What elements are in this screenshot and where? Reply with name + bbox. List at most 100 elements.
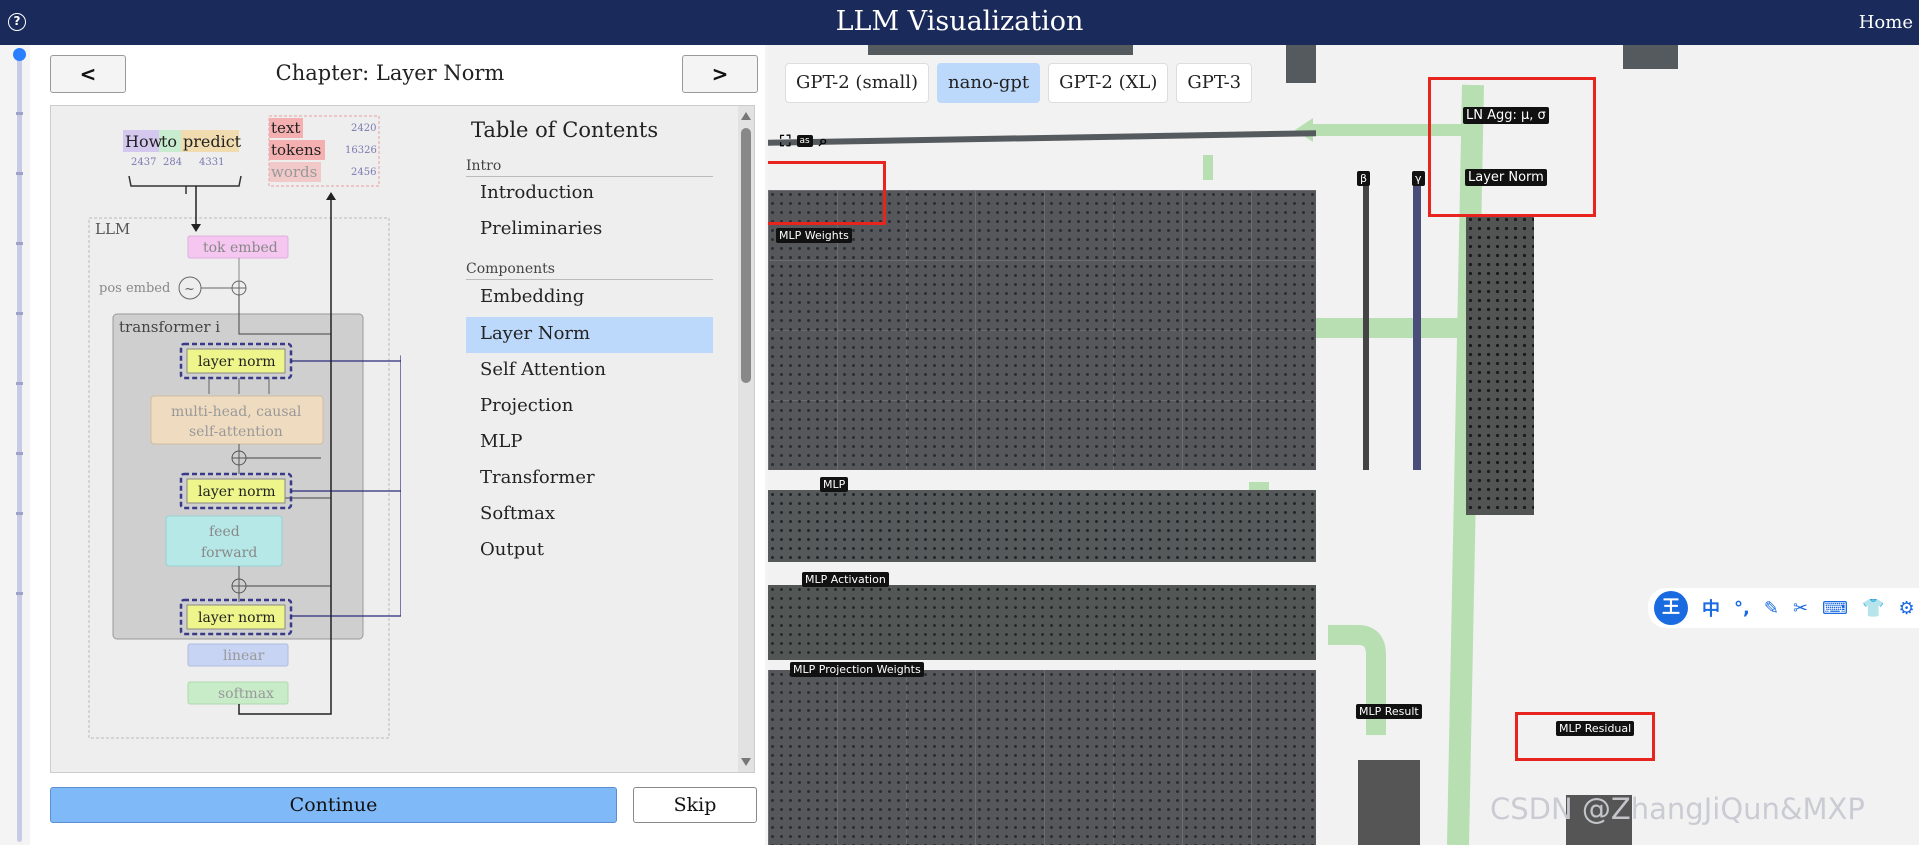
- scroll-thumb[interactable]: [741, 128, 751, 383]
- layer-norm-label: layer norm: [198, 354, 276, 370]
- toc-item-layer-norm[interactable]: Layer Norm: [466, 317, 713, 353]
- home-link[interactable]: Home: [1859, 12, 1913, 33]
- ime-settings-icon[interactable]: ⚙: [1898, 598, 1914, 619]
- chapter-panel: < Chapter: Layer Norm > How to predict 2…: [30, 45, 765, 845]
- model-tab-gpt2-xl[interactable]: GPT-2 (XL): [1048, 63, 1169, 103]
- track-tick: [16, 112, 23, 115]
- track-tick: [16, 592, 23, 595]
- watermark: CSDN @ZhangJiQun&MXP: [1490, 792, 1865, 826]
- mlp-matrix[interactable]: [768, 490, 1316, 562]
- matrix-block[interactable]: [1286, 45, 1316, 83]
- linear-label: linear: [223, 648, 265, 664]
- chapter-content: How to predict 2437 284 4331 text tokens…: [50, 105, 755, 773]
- toc-item-projection[interactable]: Projection: [466, 389, 713, 425]
- bias-label: as: [796, 135, 813, 147]
- track-tick: [16, 172, 23, 175]
- view-controls: ⛶ as ⌕: [780, 130, 890, 152]
- toc-item-preliminaries[interactable]: Preliminaries: [466, 212, 713, 248]
- progress-track[interactable]: [13, 48, 26, 842]
- vocab-word: text: [271, 119, 300, 137]
- layer-norm-matrix[interactable]: [1466, 215, 1534, 515]
- toc-item-transformer[interactable]: Transformer: [466, 461, 713, 497]
- highlight-mlp-residual: [1515, 712, 1655, 761]
- content-scrollbar[interactable]: [738, 106, 754, 772]
- layer-norm-label: layer norm: [198, 610, 276, 626]
- highlight-mlp-weights: [768, 161, 886, 225]
- mlp-activation-matrix[interactable]: [768, 585, 1316, 660]
- mlp-result-label: MLP Result: [1356, 704, 1422, 719]
- model-tab-nano-gpt[interactable]: nano-gpt: [937, 63, 1041, 103]
- vocab-word: tokens: [271, 141, 321, 159]
- progress-handle[interactable]: [13, 48, 26, 61]
- model-selector: GPT-2 (small) nano-gpt GPT-2 (XL) GPT-3: [785, 63, 1253, 103]
- vocab-id: 16326: [345, 145, 377, 156]
- token-id: 284: [163, 157, 182, 168]
- track-tick: [16, 242, 23, 245]
- toc-item-self-attention[interactable]: Self Attention: [466, 353, 713, 389]
- token-word: to: [161, 132, 177, 151]
- token-word: How: [125, 132, 163, 151]
- toc-section-components: Components: [466, 261, 713, 280]
- skip-button[interactable]: Skip: [633, 787, 757, 823]
- mlp-result-matrix[interactable]: [1358, 760, 1420, 845]
- vocab-word: words: [271, 163, 317, 181]
- toc-section-intro: Intro: [466, 158, 713, 177]
- ime-chinese-icon[interactable]: 中: [1702, 595, 1720, 621]
- layer-norm-label: layer norm: [198, 484, 276, 500]
- token-word: predict: [183, 132, 242, 151]
- ime-pen-icon[interactable]: ✎: [1764, 598, 1779, 619]
- softmax-label: softmax: [218, 686, 274, 702]
- fullscreen-icon[interactable]: ⛶: [780, 132, 791, 150]
- scroll-up-icon[interactable]: [741, 112, 751, 120]
- toc-item-softmax[interactable]: Softmax: [466, 497, 713, 533]
- ime-logo-icon[interactable]: 王: [1654, 591, 1688, 625]
- ime-toolbar: 王 中 °, ✎ ✂ ⌨ 👕 ⚙: [1648, 588, 1919, 628]
- visualization-canvas[interactable]: GPT-2 (small) nano-gpt GPT-2 (XL) GPT-3 …: [768, 45, 1919, 845]
- ime-keyboard-icon[interactable]: ⌨: [1822, 598, 1848, 619]
- mlp-weights-label: MLP Weights: [776, 228, 852, 243]
- mlp-projection-weights-label: MLP Projection Weights: [790, 662, 924, 677]
- toc-item-mlp[interactable]: MLP: [466, 425, 713, 461]
- search-icon[interactable]: ⌕: [819, 131, 828, 151]
- pos-embed-label: pos embed: [99, 281, 170, 296]
- prev-chapter-button[interactable]: <: [50, 55, 126, 93]
- mlp-projection-weights-matrix[interactable]: [768, 670, 1316, 845]
- vocab-id: 2420: [351, 123, 376, 134]
- svg-text:~: ~: [184, 282, 195, 297]
- gamma-vector[interactable]: [1413, 185, 1421, 470]
- chapter-title: Chapter: Layer Norm: [275, 61, 505, 85]
- beta-label: β: [1357, 171, 1371, 186]
- toc-item-introduction[interactable]: Introduction: [466, 176, 713, 212]
- track-tick: [16, 512, 23, 515]
- ime-skin-icon[interactable]: 👕: [1862, 598, 1884, 619]
- vocab-id: 2456: [351, 167, 376, 178]
- next-chapter-button[interactable]: >: [682, 55, 758, 93]
- beta-vector[interactable]: [1363, 185, 1369, 470]
- top-bar: ? LLM Visualization Home: [0, 0, 1919, 45]
- ime-punctuation-icon[interactable]: °,: [1734, 598, 1750, 619]
- highlight-layer-norm: [1428, 77, 1596, 217]
- matrix-block[interactable]: [1623, 45, 1678, 69]
- token-id: 4331: [199, 157, 224, 168]
- mlp-activation-label: MLP Activation: [802, 572, 889, 587]
- model-tab-gpt3[interactable]: GPT-3: [1176, 63, 1253, 103]
- tok-embed-label: tok embed: [203, 240, 278, 256]
- toc-item-output[interactable]: Output: [466, 533, 713, 569]
- token-id: 2437: [131, 157, 156, 168]
- feed-forward-label: forward: [201, 545, 257, 561]
- attention-label: multi-head, causal: [171, 404, 302, 420]
- model-tab-gpt2-small[interactable]: GPT-2 (small): [785, 63, 930, 103]
- matrix-block[interactable]: [868, 45, 1133, 55]
- ime-scissors-icon[interactable]: ✂: [1793, 598, 1808, 619]
- llm-diagram: How to predict 2437 284 4331 text tokens…: [88, 115, 401, 739]
- feed-forward-label: feed: [209, 524, 240, 540]
- toc-title: Table of Contents: [471, 118, 659, 142]
- track-tick: [16, 382, 23, 385]
- llm-label: LLM: [95, 220, 130, 238]
- continue-button[interactable]: Continue: [50, 787, 617, 823]
- track-tick: [16, 452, 23, 455]
- scroll-down-icon[interactable]: [741, 758, 751, 766]
- toc-item-embedding[interactable]: Embedding: [466, 280, 713, 316]
- app-title: LLM Visualization: [835, 6, 1084, 37]
- transformer-label: transformer i: [119, 318, 220, 336]
